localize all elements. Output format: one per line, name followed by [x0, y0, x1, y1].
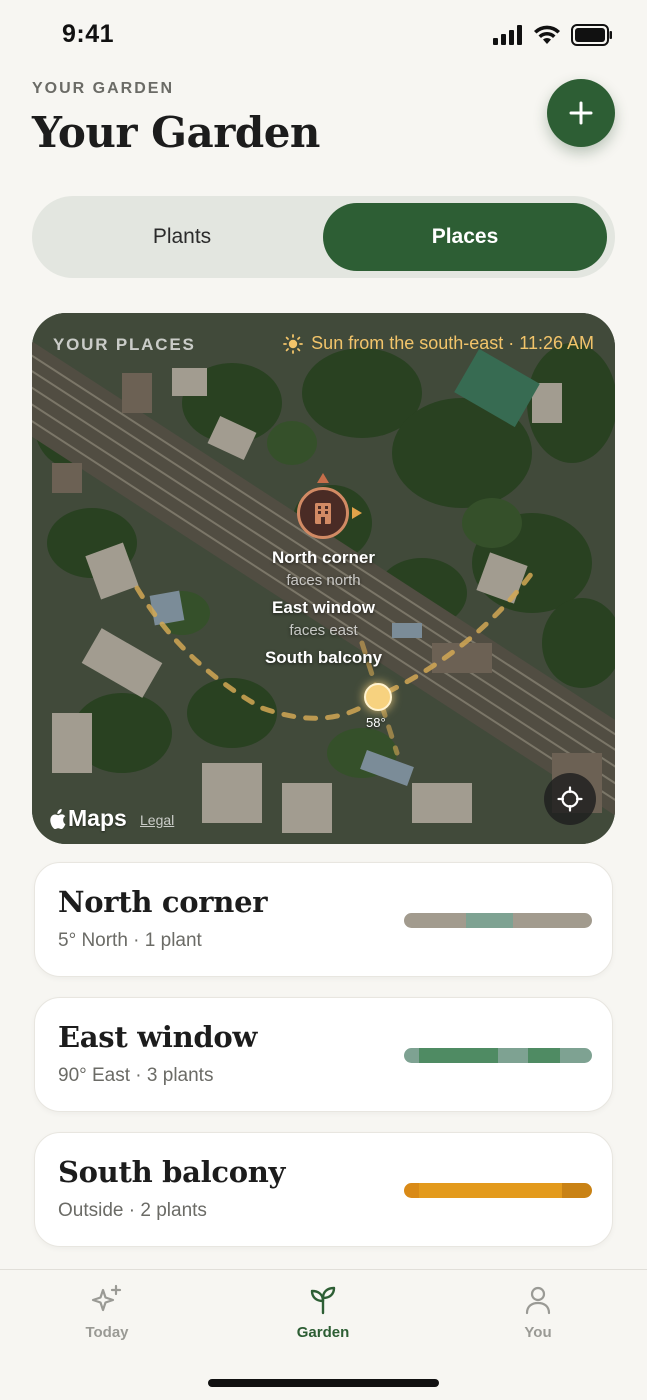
- place-meta: 5° North · 1 plant: [58, 930, 202, 951]
- maps-legal-link[interactable]: Legal: [140, 812, 174, 828]
- status-icons: [493, 24, 613, 46]
- place-name: South balcony: [58, 1155, 286, 1189]
- light-bar-segment: [497, 1048, 529, 1063]
- status-time: 9:41: [62, 20, 115, 48]
- light-bar-segment: [561, 1183, 592, 1198]
- segment-plants[interactable]: Plants: [40, 203, 324, 271]
- home-indicator: [208, 1379, 439, 1387]
- person-icon: [525, 1286, 551, 1315]
- light-bar-segment: [404, 1183, 420, 1198]
- cellular-signal-icon: [493, 25, 522, 45]
- light-bar: [404, 913, 592, 928]
- tab-today[interactable]: Today: [47, 1284, 167, 1341]
- light-bar-segment: [560, 1048, 592, 1063]
- place-name: East window: [58, 1020, 258, 1054]
- light-bar-segment: [419, 1048, 498, 1063]
- crosshair-icon: [557, 786, 583, 812]
- light-bar-segment: [528, 1048, 561, 1063]
- building-pin[interactable]: [297, 487, 349, 539]
- place-card-east-window[interactable]: East window 90° East · 3 plants: [34, 997, 613, 1112]
- tab-label-today: Today: [85, 1324, 129, 1341]
- light-bar-segment: [419, 1183, 562, 1198]
- header-eyebrow: YOUR GARDEN: [32, 80, 175, 97]
- place-card-north-corner[interactable]: North corner 5° North · 1 plant: [34, 862, 613, 977]
- status-bar: 9:41: [0, 0, 647, 70]
- light-bar: [404, 1183, 592, 1198]
- segmented-control: Plants Places: [32, 196, 615, 278]
- building-icon: [315, 503, 331, 524]
- place-meta: Outside · 2 plants: [58, 1200, 207, 1221]
- sprout-icon: [310, 1286, 336, 1315]
- tab-label-garden: Garden: [296, 1324, 350, 1341]
- light-bar: [404, 1048, 592, 1063]
- light-bar-segment: [513, 913, 592, 928]
- tab-you[interactable]: You: [478, 1284, 598, 1341]
- place-card-south-balcony[interactable]: South balcony Outside · 2 plants: [34, 1132, 613, 1247]
- add-button[interactable]: [547, 79, 615, 147]
- light-bar-segment: [404, 1048, 420, 1063]
- light-bar-segment: [466, 913, 514, 928]
- sparkles-icon: [91, 1284, 122, 1312]
- place-meta: 90° East · 3 plants: [58, 1065, 214, 1086]
- plus-icon: [569, 101, 593, 125]
- locate-me-button[interactable]: [544, 773, 596, 825]
- battery-icon: [571, 24, 612, 46]
- places-map[interactable]: YOUR PLACES Sun from the south-east · 11…: [32, 313, 615, 844]
- page-title: Your Garden: [32, 108, 320, 157]
- segment-places[interactable]: Places: [323, 203, 607, 271]
- light-bar-segment: [404, 913, 467, 928]
- wifi-icon: [534, 25, 560, 44]
- satellite-map-image: [32, 313, 615, 844]
- place-name: North corner: [58, 885, 268, 919]
- tab-label-you: You: [524, 1324, 552, 1341]
- tab-garden[interactable]: Garden: [263, 1284, 383, 1341]
